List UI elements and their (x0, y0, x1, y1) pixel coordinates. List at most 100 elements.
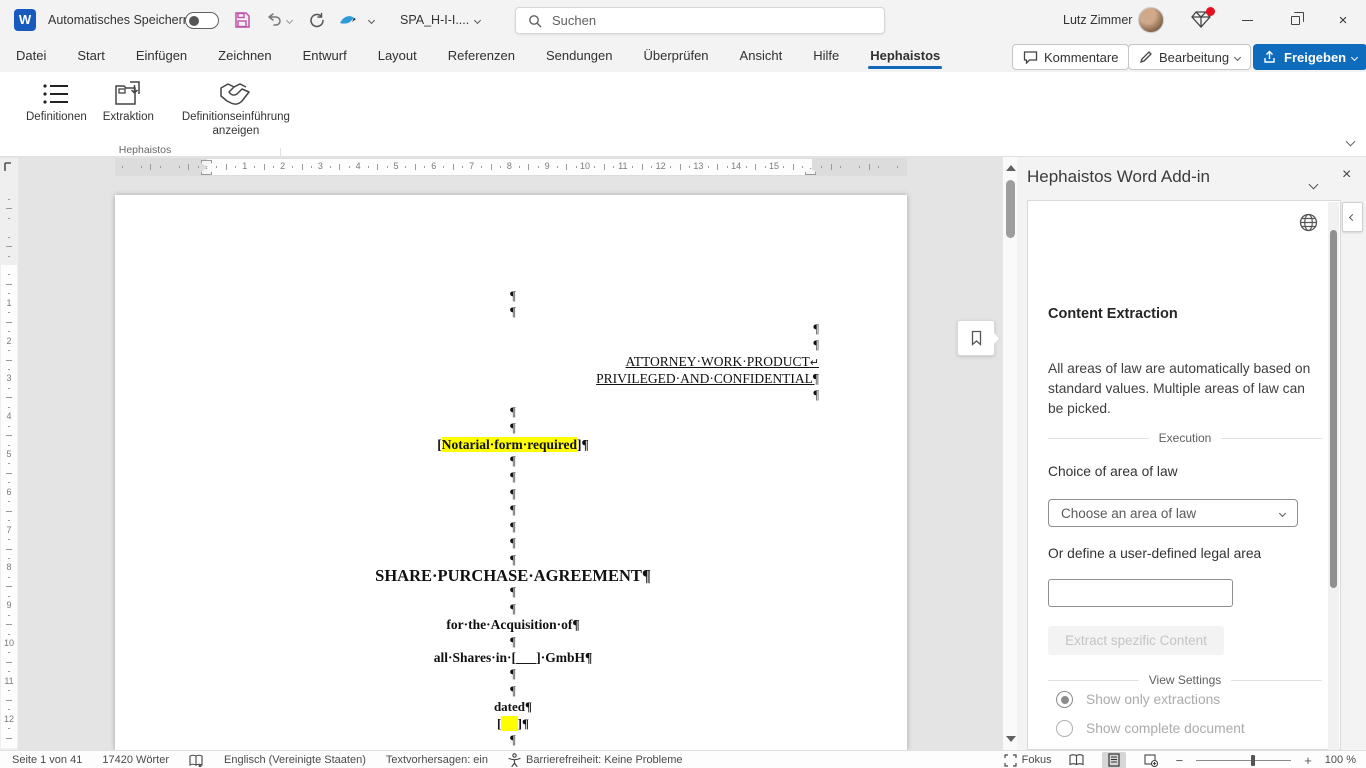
collapse-ribbon-icon[interactable] (1345, 132, 1356, 150)
document-line[interactable]: ¶ (207, 601, 819, 617)
document-scrollbar[interactable] (1002, 157, 1017, 750)
document-line[interactable]: ¶ (207, 486, 819, 502)
vertical-ruler[interactable]: 1 2 3 4 5 6 7 8 9 10 11 12 (0, 176, 18, 750)
editing-mode-button[interactable]: Bearbeitung (1128, 44, 1252, 70)
avatar[interactable] (1138, 7, 1164, 33)
quick-access-chevron-icon[interactable] (364, 8, 378, 32)
language-globe-icon[interactable] (1299, 213, 1318, 237)
pane-options-chevron-icon[interactable] (1308, 175, 1319, 193)
document-line[interactable]: ¶ (207, 321, 819, 337)
pane-scrollbar-thumb[interactable] (1330, 230, 1337, 588)
extract-content-button[interactable]: Extract spezific Content (1048, 626, 1224, 655)
document-title-chevron-icon[interactable] (470, 8, 484, 32)
document-line[interactable]: dated¶ (207, 699, 819, 715)
zoom-slider-thumb[interactable] (1251, 754, 1256, 766)
document-line[interactable]: ¶ (207, 288, 819, 304)
document-line[interactable]: ¶ (207, 304, 819, 320)
text-predictions[interactable]: Textvorhersagen: ein (386, 754, 488, 766)
document-line[interactable]: ¶ (207, 666, 819, 682)
document-line[interactable]: ¶ (207, 502, 819, 518)
tab-referenzen[interactable]: Referenzen (446, 46, 517, 67)
zoom-in-button[interactable]: + (1304, 753, 1312, 768)
document-line[interactable]: [ ]¶ (207, 715, 819, 732)
focus-mode-button[interactable]: Fokus (1004, 753, 1052, 767)
document-line[interactable]: ¶ (207, 404, 819, 420)
pane-collapse-button[interactable] (1342, 202, 1363, 232)
pane-close-icon[interactable]: × (1342, 166, 1351, 184)
restore-button[interactable] (1272, 0, 1318, 40)
tab-hephaistos[interactable]: Hephaistos (868, 46, 943, 69)
accessibility-status[interactable]: Barrierefreiheit: Keine Probleme (508, 753, 683, 767)
zoom-out-button[interactable]: − (1176, 753, 1184, 768)
print-layout-button[interactable] (1101, 751, 1126, 768)
scroll-down-icon[interactable] (1006, 736, 1016, 742)
document-line[interactable]: ¶ (207, 453, 819, 469)
tab-layout[interactable]: Layout (376, 46, 419, 67)
tab-start[interactable]: Start (75, 46, 106, 67)
document-line[interactable]: ¶ (207, 584, 819, 600)
tab-ansicht[interactable]: Ansicht (738, 46, 785, 67)
proofing-icon[interactable] (189, 754, 204, 767)
ink-pen-icon[interactable] (336, 8, 360, 32)
word-count[interactable]: 17420 Wörter (102, 754, 169, 766)
page-indicator[interactable]: Seite 1 von 41 (12, 754, 82, 766)
ribbon-button-extraktion[interactable]: Extraktion (97, 74, 160, 141)
document-line[interactable]: ¶ (207, 420, 819, 436)
tab-entwurf[interactable]: Entwurf (301, 46, 349, 67)
custom-area-input[interactable] (1048, 579, 1233, 607)
bookmark-flyout-button[interactable] (957, 320, 1001, 356)
close-button[interactable]: × (1320, 0, 1366, 40)
document-line[interactable]: ¶ (207, 683, 819, 699)
web-layout-button[interactable] (1139, 752, 1163, 768)
save-icon[interactable] (230, 8, 254, 32)
tab-überprüfen[interactable]: Überprüfen (642, 46, 711, 67)
language-indicator[interactable]: Englisch (Vereinigte Staaten) (224, 754, 366, 766)
document-line[interactable]: ATTORNEY·WORK·PRODUCT↵ (207, 354, 819, 371)
autosave-toggle[interactable] (185, 12, 219, 29)
document-line[interactable]: ¶ (207, 519, 819, 535)
document-line[interactable]: for·the·Acquisition·of¶ (207, 617, 819, 633)
scrollbar-thumb[interactable] (1006, 180, 1015, 238)
document-title[interactable]: SPA_H-I-I.... (400, 13, 469, 27)
radio-circle-icon[interactable] (1056, 720, 1073, 737)
redo-icon[interactable] (305, 8, 329, 32)
radio-circle-icon[interactable] (1056, 691, 1073, 708)
tab-hilfe[interactable]: Hilfe (811, 46, 841, 67)
area-of-law-dropdown[interactable]: Choose an area of law (1048, 499, 1298, 527)
tab-zeichnen[interactable]: Zeichnen (216, 46, 273, 67)
document-line[interactable]: PRIVILEGED·AND·CONFIDENTIAL¶ (207, 371, 819, 387)
document-line[interactable]: ¶ (207, 337, 819, 353)
read-mode-button[interactable] (1065, 752, 1089, 768)
scroll-up-icon[interactable] (1006, 165, 1016, 171)
radio-show-only-extractions[interactable]: Show only extractions (1056, 691, 1220, 708)
document-line[interactable]: SHARE·PURCHASE·AGREEMENT¶ (207, 567, 819, 584)
share-button[interactable]: Freigeben (1253, 44, 1366, 70)
undo-dropdown-icon[interactable] (283, 8, 295, 32)
document-line[interactable]: ¶ (207, 535, 819, 551)
tab-selector-icon[interactable] (0, 158, 18, 176)
word-logo-icon[interactable]: W (14, 9, 36, 31)
document-page[interactable]: ¶ ¶ ¶ ¶ ATTORNEY·WORK·PRODUCT↵ PRIVILEGED·AND… (115, 195, 907, 750)
comments-button[interactable]: Kommentare (1012, 44, 1130, 70)
radio-show-complete-document[interactable]: Show complete document (1056, 720, 1245, 737)
tab-einfügen[interactable]: Einfügen (134, 46, 189, 67)
pilcrow-mark: ¶ (581, 436, 589, 452)
ribbon-button-definitionen[interactable]: Definitionen (20, 74, 93, 141)
zoom-slider[interactable] (1196, 754, 1292, 766)
ribbon-button-definitionseinführung[interactable]: Definitionseinführung anzeigen (164, 74, 308, 141)
rewards-gem-icon[interactable] (1190, 7, 1215, 31)
user-name[interactable]: Lutz Zimmer (1063, 13, 1132, 27)
document-line[interactable]: [Notarial·form·required]¶ (207, 436, 819, 453)
tab-datei[interactable]: Datei (14, 46, 48, 67)
search-input[interactable]: Suchen (515, 7, 885, 34)
document-line[interactable]: ¶ (207, 634, 819, 650)
pane-scrollbar[interactable] (1328, 202, 1339, 750)
document-line[interactable]: ¶ (207, 387, 819, 403)
document-line[interactable]: ¶ (207, 469, 819, 485)
tab-sendungen[interactable]: Sendungen (544, 46, 615, 67)
minimize-button[interactable] (1224, 0, 1270, 40)
document-line[interactable]: ¶ (207, 732, 819, 748)
document-line[interactable]: all·Shares·in·[___]·GmbH¶ (207, 650, 819, 666)
horizontal-ruler[interactable]: 1 2 3 4 5 6 7 8 9 10 11 12 13 14 15 (115, 158, 907, 176)
zoom-level[interactable]: 100 % (1325, 754, 1356, 766)
